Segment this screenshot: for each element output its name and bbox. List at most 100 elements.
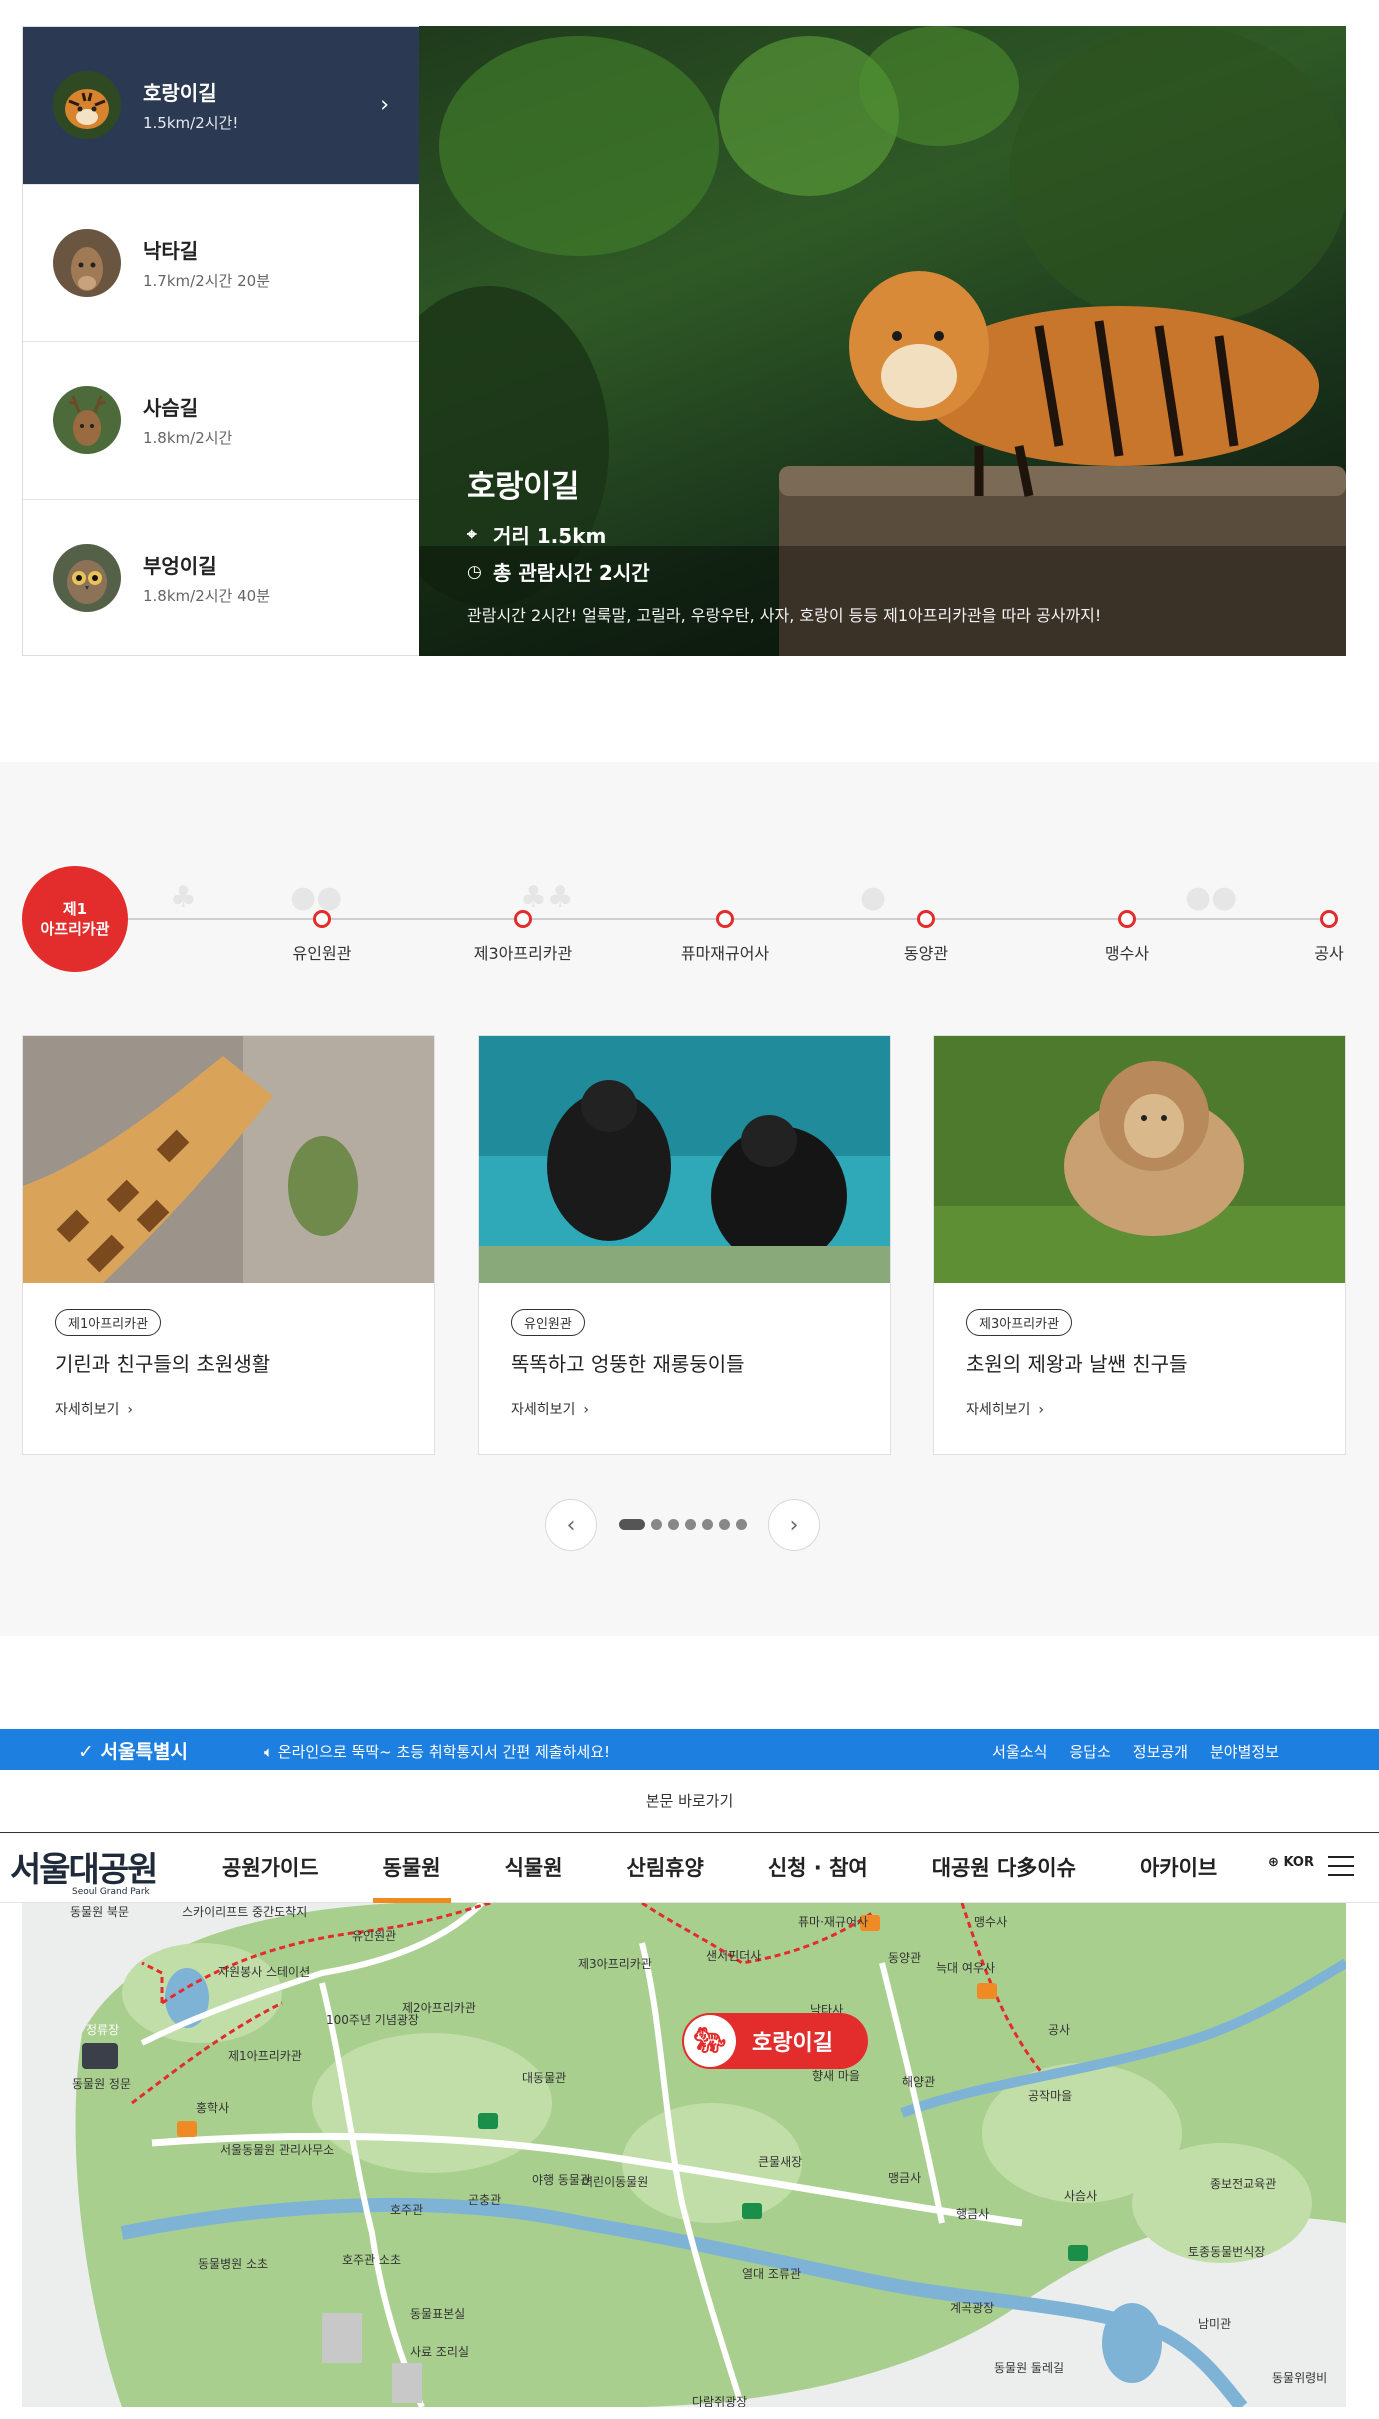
- animal-card[interactable]: 제1아프리카관 기린과 친구들의 초원생활 자세히보기 ›: [22, 1035, 435, 1455]
- card-more-label: 자세히보기: [55, 1402, 120, 1418]
- globe-icon: ⊕: [1268, 1855, 1279, 1870]
- pager-dot[interactable]: [702, 1519, 713, 1530]
- pager-dots: [619, 1519, 747, 1530]
- map-label: 열대 조류관: [742, 2267, 802, 2281]
- animal-card[interactable]: 제3아프리카관 초원의 제왕과 날쌘 친구들 자세히보기 ›: [933, 1035, 1346, 1455]
- trail-name: 사슴길: [143, 396, 199, 421]
- hero-title: 호랑이길: [467, 469, 580, 505]
- card-more-link[interactable]: 자세히보기 ›: [55, 1399, 402, 1419]
- animal-card-carousel: 제1아프리카관 기린과 친구들의 초원생활 자세히보기 › 유인원관 똑똑하고 엉…: [22, 1035, 1346, 1455]
- clock-icon: ◷: [467, 561, 482, 582]
- animal-card[interactable]: 유인원관 똑똑하고 엉뚱한 재롱둥이들 자세히보기 ›: [478, 1035, 891, 1455]
- lion-photo: [934, 1036, 1345, 1283]
- language-label: KOR: [1283, 1855, 1314, 1870]
- card-more-link[interactable]: 자세히보기 ›: [511, 1399, 858, 1419]
- brand-logo[interactable]: 서울대공원 Seoul Grand Park: [10, 1842, 158, 1897]
- pager-dot[interactable]: [668, 1519, 679, 1530]
- card-tag: 유인원관: [511, 1309, 585, 1336]
- map-label: 서울동물원 관리사무소: [220, 2143, 335, 2157]
- route-stop[interactable]: 제3아프리카관: [453, 910, 593, 964]
- map-label: 사슴사: [1064, 2189, 1098, 2203]
- brand-subtitle: Seoul Grand Park: [72, 1887, 150, 1897]
- brand-name: 서울대공원: [10, 1850, 158, 1890]
- nav-item-zoo[interactable]: 동물원: [351, 1833, 473, 1903]
- map-label: 종보전교육관: [1210, 2177, 1277, 2191]
- route-stop[interactable]: 퓨마재규어사: [655, 910, 795, 964]
- map-label: 퓨마·재규어사: [798, 1915, 869, 1929]
- nav-item-botanical[interactable]: 식물원: [473, 1833, 595, 1903]
- trail-hero-info: 호랑이길 ⌖ 거리 1.5km ◷ 총 관람시간 2시간 관람시간 2시간! 얼…: [467, 461, 1101, 626]
- map-label: 곤충관: [468, 2193, 502, 2207]
- next-button[interactable]: ›: [768, 1499, 820, 1551]
- hero-distance-row: ⌖ 거리 1.5km: [467, 520, 1101, 549]
- map-label: 홍학사: [196, 2101, 230, 2115]
- route-stop[interactable]: 동양관: [856, 910, 996, 964]
- trail-item-owl[interactable]: 부엉이길 1.8km/2시간 40분: [23, 500, 419, 658]
- tiger-icon: 🐅︎: [684, 2015, 736, 2067]
- language-selector[interactable]: ⊕ KOR: [1268, 1855, 1314, 1870]
- map-label: 어린이동물원: [582, 2175, 649, 2189]
- nav-item-park-guide[interactable]: 공원가이드: [190, 1833, 351, 1903]
- seoul-logo-text: 서울특별시: [100, 1741, 188, 1763]
- route-stop-dot: [716, 910, 734, 928]
- tiger-thumbnail: [53, 71, 121, 140]
- pager-dot[interactable]: [685, 1519, 696, 1530]
- route-stop-label: 퓨마재규어사: [680, 944, 770, 963]
- map-label: 정류장: [86, 2023, 120, 2037]
- giraffe-photo: [23, 1036, 434, 1283]
- map-label: 늑대 여우사: [936, 1961, 996, 1975]
- pager-dot[interactable]: [719, 1519, 730, 1530]
- trail-item-deer[interactable]: 사슴길 1.8km/2시간: [23, 342, 419, 500]
- main-nav: 공원가이드 동물원 식물원 산림휴양 신청 · 참여 대공원 다多이슈 아카이브: [190, 1833, 1249, 1903]
- pager-dot[interactable]: [651, 1519, 662, 1530]
- nav-item-forest[interactable]: 산림휴양: [595, 1833, 736, 1903]
- nav-item-archive[interactable]: 아카이브: [1108, 1833, 1249, 1903]
- map-label: 동물원 정문: [72, 2077, 132, 2091]
- card-more-link[interactable]: 자세히보기 ›: [966, 1399, 1313, 1419]
- seoul-city-bar: ✓ 서울특별시 🔈︎ 온라인으로 뚝딱~ 초등 취학통지서 간편 제출하세요! …: [0, 1729, 1379, 1770]
- route-stop[interactable]: 맹수사: [1057, 910, 1197, 964]
- map-label: 제3아프리카관: [578, 1957, 652, 1971]
- map-label: 다람쥐광장: [692, 2395, 748, 2407]
- map-label: 자원봉사 스테이션: [218, 1965, 311, 1979]
- route-stop-dot: [514, 910, 532, 928]
- hamburger-menu-icon[interactable]: [1328, 1856, 1354, 1883]
- trail-item-camel[interactable]: 낙타길 1.7km/2시간 20분: [23, 185, 419, 342]
- chevron-right-icon: ›: [583, 1402, 590, 1418]
- route-stop-dot: [313, 910, 331, 928]
- seoul-link[interactable]: 응답소: [1069, 1741, 1110, 1762]
- card-tag: 제1아프리카관: [55, 1309, 162, 1336]
- trail-name: 부엉이길: [143, 554, 217, 579]
- map-label: 사료 조리실: [410, 2345, 470, 2359]
- trail-item-tiger[interactable]: 호랑이길 1.5km/2시간! ›: [23, 27, 419, 185]
- chevron-right-icon: ›: [1038, 1402, 1045, 1418]
- hero-time-row: ◷ 총 관람시간 2시간: [467, 557, 1101, 586]
- nav-item-issues[interactable]: 대공원 다多이슈: [900, 1833, 1108, 1903]
- route-stop[interactable]: 유인원관: [252, 910, 392, 964]
- route-stop[interactable]: 공사: [1259, 910, 1379, 964]
- pager-dot[interactable]: [736, 1519, 747, 1530]
- trail-meta: 1.5km/2시간!: [143, 114, 239, 133]
- skip-to-content-link[interactable]: 본문 바로가기: [0, 1770, 1379, 1833]
- map-tiger-trail-badge[interactable]: 🐅︎ 호랑이길: [682, 2013, 868, 2069]
- map-label: 동물표본실: [410, 2307, 466, 2321]
- map-label: 대동물관: [522, 2071, 567, 2085]
- chevron-right-icon: ›: [789, 1512, 799, 1538]
- prev-button[interactable]: ‹: [545, 1499, 597, 1551]
- carousel-pager: ‹ ›: [0, 1499, 1379, 1553]
- seoul-link[interactable]: 분야별정보: [1210, 1741, 1279, 1762]
- route-stop-dot: [1118, 910, 1136, 928]
- route-stop-dot: [917, 910, 935, 928]
- seoul-logo[interactable]: ✓ 서울특별시: [78, 1737, 188, 1764]
- seoul-link[interactable]: 정보공개: [1133, 1741, 1188, 1762]
- route-stop-label: 유인원관: [292, 944, 352, 963]
- hero-distance: 거리 1.5km: [493, 524, 607, 548]
- map-label: 동물병원 소초: [198, 2257, 269, 2271]
- seoul-link[interactable]: 서울소식: [992, 1741, 1047, 1762]
- chevron-right-icon: ›: [380, 92, 389, 118]
- notice-ticker[interactable]: 🔈︎ 온라인으로 뚝딱~ 초등 취학통지서 간편 제출하세요!: [264, 1741, 610, 1762]
- pager-dot-active[interactable]: [619, 1519, 645, 1530]
- route-start-line2: 아프리카관: [40, 920, 110, 938]
- nav-item-apply[interactable]: 신청 · 참여: [736, 1833, 900, 1903]
- map-label: 큰물새장: [758, 2155, 803, 2169]
